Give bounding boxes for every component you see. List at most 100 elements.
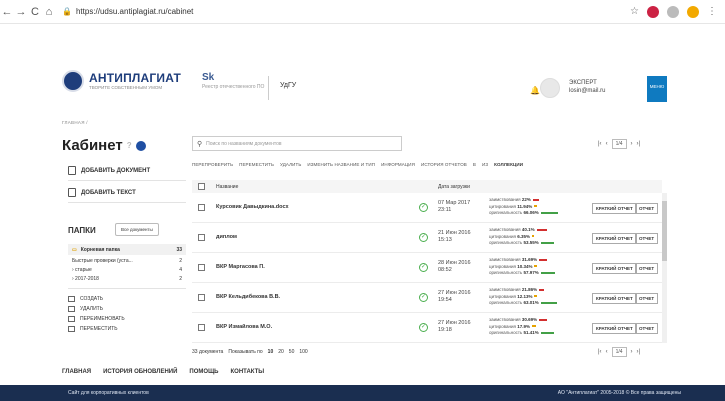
orig-bar bbox=[540, 211, 558, 214]
stat-label: оригинальность bbox=[489, 270, 523, 276]
borrow-value: 21.86% bbox=[521, 287, 538, 292]
notification-icon[interactable]: 🔔 bbox=[530, 86, 540, 95]
nav-updates[interactable]: ИСТОРИЯ ОБНОВЛЕНИЙ bbox=[103, 369, 177, 375]
document-name[interactable]: Курсовик Давыдкина.docx bbox=[216, 204, 289, 210]
row-checkbox[interactable] bbox=[198, 234, 205, 241]
table-scrollbar[interactable] bbox=[662, 193, 667, 343]
folder-item[interactable]: › старые 4 bbox=[72, 267, 182, 273]
extension-icon[interactable] bbox=[667, 5, 679, 18]
search-input[interactable]: ⚲ Поиск по названиям документов bbox=[192, 136, 402, 151]
scrollbar-thumb[interactable] bbox=[662, 201, 667, 261]
page-size-option[interactable]: 10 bbox=[268, 349, 274, 355]
short-report-button[interactable]: КРАТКИЙ ОТЧЕТ bbox=[592, 263, 637, 274]
report-button[interactable]: ОТЧЕТ bbox=[635, 293, 659, 304]
prev-page-button[interactable]: ‹ bbox=[606, 349, 608, 355]
folder-count: 2 bbox=[179, 258, 182, 264]
next-page-button[interactable]: › bbox=[631, 141, 633, 147]
table-row[interactable]: Курсовик Давыдкина.docx ✓ 07 Мар 2017 23:11… bbox=[192, 193, 662, 223]
delete-button[interactable]: УДАЛИТЬ bbox=[280, 162, 301, 167]
report-button[interactable]: ОТЧЕТ bbox=[635, 203, 659, 214]
rename-folder-button[interactable]: ПЕРЕИМЕНОВАТЬ bbox=[68, 316, 125, 322]
page-size-option[interactable]: 100 bbox=[299, 349, 307, 355]
to-collection-button[interactable]: В bbox=[473, 162, 476, 167]
star-icon[interactable]: ☆ bbox=[630, 6, 639, 17]
report-button[interactable]: ОТЧЕТ bbox=[635, 233, 659, 244]
row-checkbox[interactable] bbox=[198, 264, 205, 271]
footer-corporate-link[interactable]: Сайт для корпоративных клиентов bbox=[68, 390, 149, 396]
lock-icon: 🔒 bbox=[62, 7, 72, 16]
select-all-checkbox[interactable] bbox=[198, 183, 205, 190]
short-report-button[interactable]: КРАТКИЙ ОТЧЕТ bbox=[592, 323, 637, 334]
report-history-button[interactable]: ИСТОРИЯ ОТЧЕТОВ bbox=[421, 162, 467, 167]
first-page-button[interactable]: |‹ bbox=[598, 349, 602, 355]
document-name[interactable]: ВКР Измайлова М.О. bbox=[216, 324, 272, 330]
user-info[interactable]: ЭКСПЕРТ losin@mail.ru bbox=[569, 80, 605, 95]
column-date[interactable]: Дата загрузки bbox=[438, 184, 470, 190]
upload-date: 27 Июн 2016 19:18 bbox=[438, 320, 471, 334]
page-size-option[interactable]: 20 bbox=[278, 349, 284, 355]
create-folder-button[interactable]: СОЗДАТЬ bbox=[68, 296, 103, 302]
row-checkbox[interactable] bbox=[198, 324, 205, 331]
table-row[interactable]: ВКР Кельдибекова В.В. ✓ 27 Июн 2016 19:54 за… bbox=[192, 283, 662, 313]
document-name[interactable]: ВКР Маргасова П. bbox=[216, 264, 265, 270]
logo[interactable]: АНТИПЛАГИАТ ТВОРИТЕ СОБСТВЕННЫМ УМОМ bbox=[62, 70, 181, 92]
short-report-button[interactable]: КРАТКИЙ ОТЧЕТ bbox=[592, 233, 637, 244]
borrow-bar bbox=[536, 228, 547, 231]
extension-icon[interactable] bbox=[647, 5, 659, 18]
report-button[interactable]: ОТЧЕТ bbox=[635, 323, 659, 334]
rename-button[interactable]: ИЗМЕНИТЬ НАЗВАНИЕ И ТИП bbox=[307, 162, 375, 167]
nav-help[interactable]: ПОМОЩЬ bbox=[189, 369, 218, 375]
forward-button[interactable]: → bbox=[14, 6, 28, 18]
borrow-bar bbox=[532, 198, 539, 201]
breadcrumb[interactable]: ГЛАВНАЯ / bbox=[62, 120, 88, 125]
document-name[interactable]: ВКР Кельдибекова В.В. bbox=[216, 294, 280, 300]
menu-button[interactable]: МЕНЮ bbox=[647, 76, 667, 102]
nav-home[interactable]: ГЛАВНАЯ bbox=[62, 369, 91, 375]
table-row[interactable]: диплом ✓ 21 Июн 2016 15:13 заимствования 40.… bbox=[192, 223, 662, 253]
document-name[interactable]: диплом bbox=[216, 234, 237, 240]
back-button[interactable]: ← bbox=[0, 6, 14, 18]
folder-item[interactable]: Быстрые проверки (уста... 2 bbox=[72, 258, 182, 264]
from-collection-button[interactable]: ИЗ bbox=[482, 162, 488, 167]
university-name: УдГУ bbox=[280, 82, 297, 89]
table-row[interactable]: ВКР Измайлова М.О. ✓ 27 Июн 2016 19:18 заимс… bbox=[192, 313, 662, 343]
page-size-option[interactable]: 50 bbox=[289, 349, 295, 355]
column-name[interactable]: Название bbox=[216, 184, 238, 190]
info-button[interactable]: ИНФОРМАЦИЯ bbox=[381, 162, 415, 167]
short-report-button[interactable]: КРАТКИЙ ОТЧЕТ bbox=[592, 203, 637, 214]
move-button[interactable]: ПЕРЕМЕСТИТЬ bbox=[239, 162, 274, 167]
delete-folder-button[interactable]: УДАЛИТЬ bbox=[68, 306, 103, 312]
next-page-button[interactable]: › bbox=[631, 349, 633, 355]
row-checkbox[interactable] bbox=[198, 294, 205, 301]
profile-icon[interactable] bbox=[687, 5, 699, 18]
check-icon: ✓ bbox=[419, 323, 428, 332]
folder-move-icon bbox=[68, 326, 75, 332]
move-folder-button[interactable]: ПЕРЕМЕСТИТЬ bbox=[68, 326, 118, 332]
report-button[interactable]: ОТЧЕТ bbox=[635, 263, 659, 274]
page-select[interactable]: 1/4 bbox=[611, 347, 627, 357]
prev-page-button[interactable]: ‹ bbox=[606, 141, 608, 147]
address-bar[interactable]: 🔒 https://udsu.antiplagiat.ru/cabinet bbox=[62, 7, 193, 16]
all-documents-button[interactable]: Все документы bbox=[115, 223, 159, 236]
first-page-button[interactable]: |‹ bbox=[598, 141, 602, 147]
nav-contacts[interactable]: КОНТАКТЫ bbox=[231, 369, 265, 375]
add-text-button[interactable]: ДОБАВИТЬ ТЕКСТ bbox=[68, 188, 136, 197]
page-select[interactable]: 1/4 bbox=[611, 139, 627, 149]
recheck-button[interactable]: ПЕРЕПРОВЕРИТЬ bbox=[192, 162, 233, 167]
last-page-button[interactable]: ›| bbox=[637, 141, 641, 147]
time-text: 08:52 bbox=[438, 267, 452, 274]
avatar[interactable] bbox=[540, 78, 560, 98]
add-document-button[interactable]: ДОБАВИТЬ ДОКУМЕНТ bbox=[68, 166, 150, 175]
short-report-button[interactable]: КРАТКИЙ ОТЧЕТ bbox=[592, 293, 637, 304]
home-button[interactable]: ⌂ bbox=[42, 6, 56, 18]
row-checkbox[interactable] bbox=[198, 204, 205, 211]
folder-root[interactable]: ▭ Корневая папка 33 bbox=[68, 244, 186, 255]
table-row[interactable]: ВКР Маргасова П. ✓ 28 Июн 2016 08:52 заимств… bbox=[192, 253, 662, 283]
borrow-bar bbox=[539, 258, 548, 261]
last-page-button[interactable]: ›| bbox=[637, 349, 641, 355]
folder-item[interactable]: › 2017-2018 2 bbox=[72, 276, 182, 282]
more-menu-icon[interactable]: ⋮ bbox=[707, 6, 717, 17]
reload-button[interactable]: C bbox=[28, 6, 42, 18]
info-icon[interactable] bbox=[135, 140, 146, 151]
help-icon[interactable]: ? bbox=[127, 141, 132, 150]
